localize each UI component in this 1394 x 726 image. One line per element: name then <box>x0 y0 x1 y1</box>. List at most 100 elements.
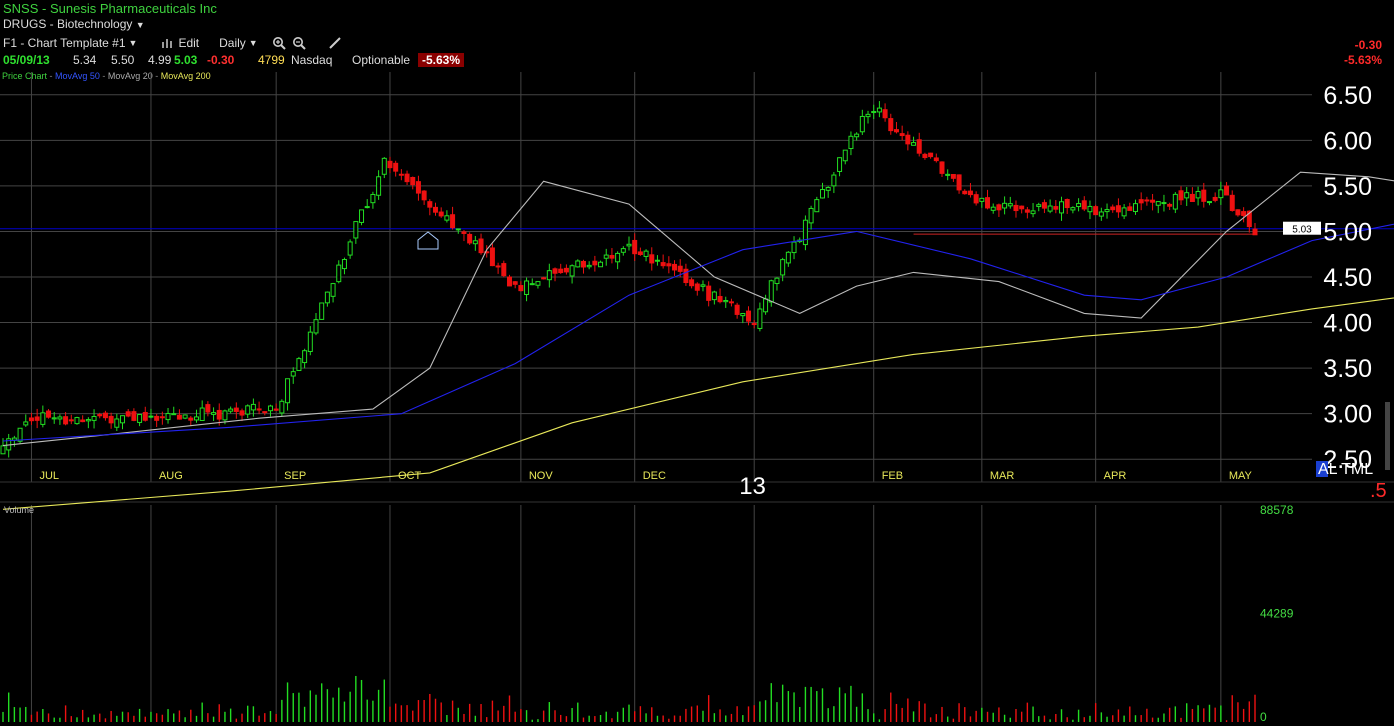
volume-bars <box>2 675 1256 722</box>
candle-body <box>478 238 484 254</box>
candle-body <box>68 419 74 422</box>
candle-body <box>1132 203 1138 213</box>
candle-body <box>876 107 882 113</box>
candle-body <box>319 302 325 320</box>
candle-body <box>1076 203 1082 208</box>
candle-body <box>1161 202 1167 205</box>
candle-body <box>171 413 177 416</box>
candle-body <box>643 250 649 257</box>
candle-body <box>353 221 359 239</box>
candle-body <box>1070 207 1076 211</box>
candle-body <box>575 260 581 268</box>
candle-body <box>1059 201 1065 214</box>
scroll-handle[interactable] <box>1385 402 1390 470</box>
month-label: SEP <box>284 470 306 482</box>
price-tick-label: 4.00 <box>1323 310 1372 338</box>
candle-body <box>734 304 740 315</box>
candle-body <box>1002 202 1008 209</box>
candle-body <box>51 417 57 420</box>
candle-body <box>723 300 729 303</box>
candle-body <box>63 416 69 425</box>
candle-body <box>1121 207 1127 217</box>
month-label: MAY <box>1229 470 1253 482</box>
candle-body <box>1019 205 1025 210</box>
candle-body <box>1098 211 1104 217</box>
candle-body <box>859 115 865 133</box>
candle-body <box>888 118 894 132</box>
candle-body <box>154 415 160 421</box>
tool-tabs[interactable]: AL TML <box>1318 461 1373 478</box>
year-label: 13 <box>739 473 766 500</box>
volume-tick-label: 0 <box>1260 710 1267 724</box>
candle-body <box>569 265 575 277</box>
candle-body <box>438 211 444 217</box>
candle-body <box>302 350 308 364</box>
candle-body <box>46 410 52 418</box>
candle-body <box>945 173 951 176</box>
candle-body <box>802 219 808 246</box>
candle-body <box>580 260 586 268</box>
candle-body <box>967 190 973 196</box>
candle-body <box>751 323 757 326</box>
ma50-line <box>2 223 1394 442</box>
candle-body <box>586 264 592 268</box>
candle-body <box>1229 194 1235 211</box>
candle-body <box>307 331 313 352</box>
candle-body <box>148 415 154 418</box>
candle-body <box>273 408 279 411</box>
candle-body <box>1036 204 1042 207</box>
candle-body <box>865 113 871 118</box>
candle-body <box>239 410 245 416</box>
candle-body <box>1178 190 1184 201</box>
candle-body <box>905 134 911 145</box>
candle-body <box>837 157 843 172</box>
candle-body <box>911 142 917 146</box>
candle-body <box>359 209 365 223</box>
candle-body <box>1115 205 1121 213</box>
candle-body <box>285 378 291 404</box>
candle-body <box>893 129 899 133</box>
candle-body <box>825 186 831 191</box>
candle-body <box>410 176 416 186</box>
candle-body <box>689 279 695 287</box>
annotation-marker-icon[interactable] <box>417 231 439 250</box>
candle-body <box>512 281 518 285</box>
candle-body <box>347 241 353 256</box>
candle-body <box>91 415 97 421</box>
candle-body <box>939 161 945 174</box>
candle-body <box>444 215 450 221</box>
candle-body <box>40 412 46 425</box>
candle-body <box>1189 193 1195 202</box>
candle-body <box>592 260 598 266</box>
candle-body <box>598 261 604 268</box>
volume-tick-label: 44289 <box>1260 607 1294 621</box>
candle-body <box>97 414 103 417</box>
candle-body <box>842 149 848 162</box>
candle-body <box>313 319 319 334</box>
candle-body <box>398 173 404 176</box>
price-tick-label: 6.00 <box>1323 127 1372 155</box>
candle-body <box>717 296 723 303</box>
candle-body <box>17 427 23 442</box>
candle-body <box>330 283 336 297</box>
candle-body <box>700 284 706 287</box>
candle-body <box>654 259 660 262</box>
month-label: FEB <box>882 470 903 482</box>
candle-body <box>956 174 962 191</box>
candle-body <box>1104 209 1110 213</box>
grid-lines <box>0 72 1394 722</box>
candle-body <box>791 241 797 254</box>
candle-body <box>711 291 717 301</box>
candle-body <box>279 400 285 414</box>
candle-body <box>108 415 114 424</box>
month-label: AUG <box>159 470 183 482</box>
price-tick-label: 5.00 <box>1323 218 1372 246</box>
candle-body <box>489 247 495 267</box>
price-tick-label: 3.00 <box>1323 401 1372 429</box>
candle-body <box>341 258 347 270</box>
candle-body <box>1087 205 1093 213</box>
candle-body <box>472 240 478 245</box>
candle-body <box>768 280 774 303</box>
candle-body <box>427 201 433 208</box>
candle-body <box>666 263 672 267</box>
